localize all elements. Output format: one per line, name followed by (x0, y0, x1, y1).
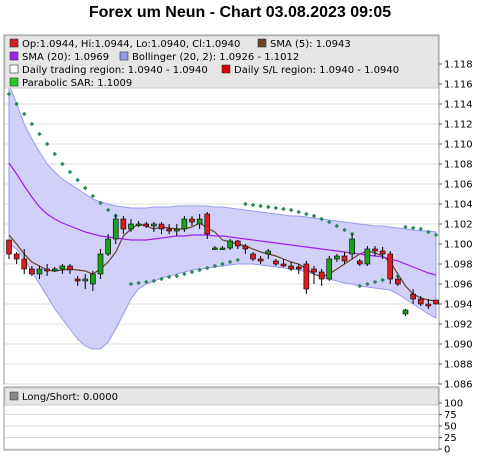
sub-legend-text: Long/Short: 0.0000 (22, 392, 118, 403)
candle-body (212, 247, 218, 250)
candle-body (227, 240, 233, 249)
legend-swatch (9, 38, 19, 48)
candle-body (250, 253, 256, 260)
candle-body (425, 303, 432, 307)
price-axis: 1.118 1.116 1.114 1.112 1.110 1.108 1.106 1.104… (439, 60, 473, 391)
candle-body (288, 265, 294, 270)
candle-body (90, 273, 96, 285)
legend-swatch (9, 64, 19, 74)
y-tick-label: 1.118 (444, 60, 473, 71)
candle-body (204, 213, 211, 235)
candle-body (356, 260, 363, 265)
candle-body (44, 268, 50, 272)
y-tick-label: 1.094 (444, 300, 473, 311)
candle-body (433, 299, 439, 305)
legend-label: SMA (20): 1.0969 (22, 52, 109, 63)
y-tick-label: 1.100 (444, 240, 473, 251)
candle-body (59, 265, 66, 270)
y-tick-label: 1.090 (444, 340, 473, 351)
candle-body (234, 240, 241, 247)
y-tick-label: 1.114 (444, 100, 473, 111)
candle-body (6, 239, 12, 255)
candle-body (372, 248, 378, 252)
legend-label: Bollinger (20, 2): 1.0926 - 1.1012 (132, 52, 299, 63)
legend-swatch (257, 38, 267, 48)
candle-body (29, 268, 35, 275)
candle-body (387, 253, 394, 280)
candle-body (379, 250, 386, 255)
candle-body (402, 309, 409, 315)
sub-y-tick-label: 100 (444, 399, 463, 410)
legend-swatch (9, 51, 19, 61)
candle-body (151, 223, 157, 227)
candle-body (97, 253, 104, 275)
candle-body (13, 253, 20, 260)
candle-body (280, 263, 287, 267)
y-tick-label: 1.086 (444, 380, 473, 391)
candle-body (257, 258, 264, 262)
legend-label: Op:1.0944, Hi:1.0944, Lo:1.0940, Cl:1.09… (22, 39, 240, 50)
sub-y-tick-label: 0 (444, 445, 450, 456)
candle-body (189, 218, 195, 223)
candle-body (196, 218, 203, 225)
y-tick-label: 1.110 (444, 140, 473, 151)
candle-body (326, 258, 333, 280)
candle-body (166, 228, 172, 232)
candle-body (318, 271, 325, 280)
candle-body (51, 268, 58, 272)
candle-body (128, 223, 134, 230)
legend-swatch (119, 51, 129, 61)
y-tick-label: 1.102 (444, 220, 473, 231)
candle-body (364, 248, 371, 265)
y-tick-label: 1.098 (444, 260, 473, 271)
candle-body (173, 228, 180, 232)
candle-body (158, 223, 165, 230)
y-tick-label: 1.106 (444, 180, 473, 191)
candle-body (341, 255, 348, 262)
y-tick-label: 1.116 (444, 80, 473, 91)
candle-body (74, 278, 81, 282)
candle-body (334, 255, 340, 260)
candle-body (21, 258, 28, 270)
legend-swatch (9, 77, 19, 87)
forex-chart: Op:1.0944, Hi:1.0944, Lo:1.0940, Cl:1.09… (3, 34, 473, 456)
legend-label: Daily S/L region: 1.0940 - 1.0940 (234, 65, 399, 76)
candle-body (219, 247, 226, 250)
candle-body (273, 260, 279, 265)
sub-y-tick-label: 50 (444, 422, 457, 433)
candle-body (82, 278, 89, 282)
candle-body (311, 268, 317, 273)
sub-y-tick-label: 75 (444, 410, 457, 421)
y-tick-label: 1.096 (444, 280, 473, 291)
candle-body (295, 266, 302, 270)
candle-body (181, 218, 188, 230)
candle-body (135, 223, 142, 226)
legend-label: Daily trading region: 1.0940 - 1.0940 (22, 65, 208, 76)
candle-body (303, 263, 310, 290)
candle-body (67, 265, 73, 271)
sub-legend-swatch (9, 391, 19, 401)
chart-title: Forex um Neun - Chart 03.08.2023 09:05 (88, 4, 392, 21)
legend-label: Parabolic SAR: 1.1009 (22, 78, 132, 89)
candle-body (395, 278, 401, 285)
y-tick-label: 1.108 (444, 160, 473, 171)
sub-axis: 1007550250 (439, 399, 463, 456)
legend-swatch (221, 64, 231, 74)
candle-body (105, 238, 111, 255)
candle-body (410, 293, 416, 300)
candle-body (242, 245, 249, 250)
legend-label: SMA (5): 1.0943 (270, 39, 351, 50)
candle-body (112, 218, 119, 240)
candle-body (265, 250, 272, 255)
candle-body (417, 298, 424, 305)
sub-y-tick-label: 25 (444, 433, 457, 444)
y-tick-label: 1.112 (444, 120, 473, 131)
y-tick-label: 1.088 (444, 360, 473, 371)
candle-body (36, 268, 43, 275)
candle-body (120, 218, 127, 230)
y-tick-label: 1.092 (444, 320, 473, 331)
y-tick-label: 1.104 (444, 200, 473, 211)
candle-body (349, 238, 355, 255)
candle-body (143, 223, 150, 227)
